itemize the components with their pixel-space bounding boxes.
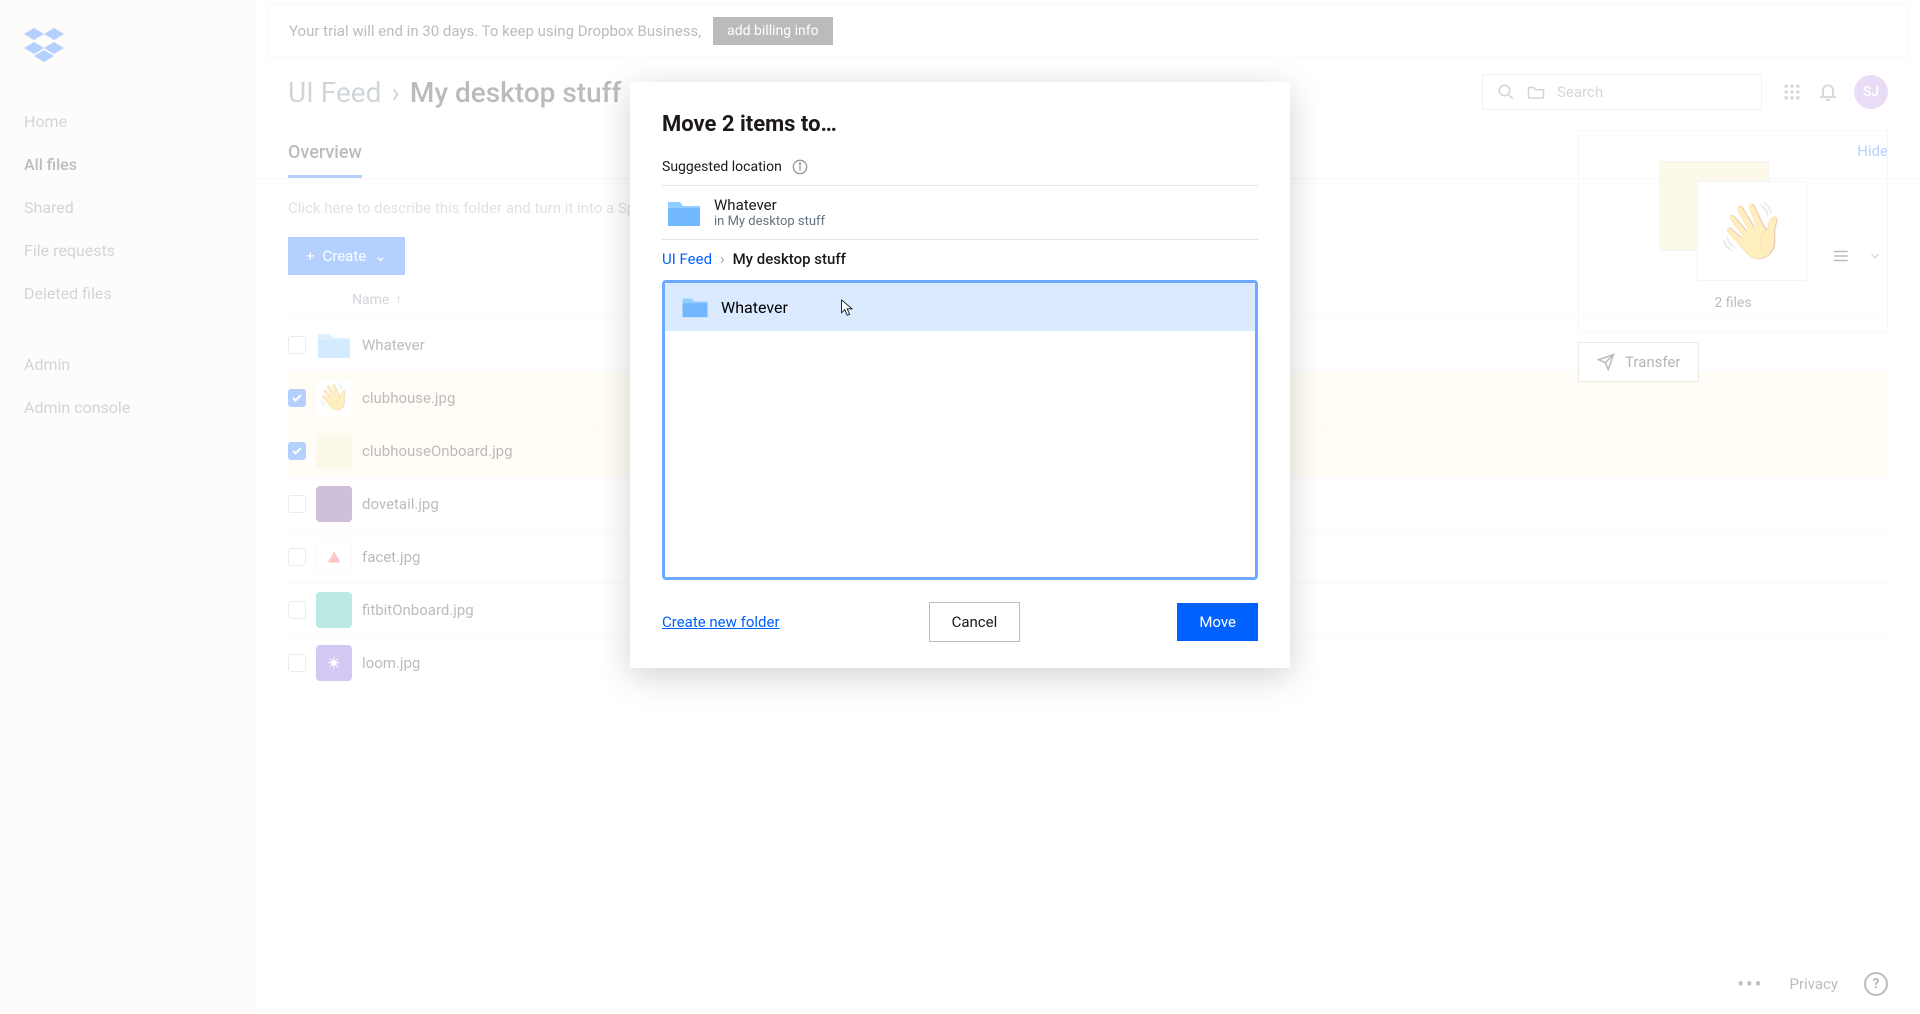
suggested-folder[interactable]: Whatever in My desktop stuff [662, 185, 1258, 239]
browser-folder-row[interactable]: Whatever [665, 283, 1255, 331]
cancel-button[interactable]: Cancel [929, 602, 1021, 642]
move-modal: Move 2 items to… Suggested location What… [630, 82, 1290, 668]
modal-crumb-root[interactable]: UI Feed [662, 250, 712, 268]
folder-browser: Whatever [662, 280, 1258, 580]
modal-crumb-current: My desktop stuff [733, 250, 846, 268]
modal-overlay: Move 2 items to… Suggested location What… [0, 0, 1920, 1014]
folder-icon [681, 295, 709, 319]
cursor-icon [840, 298, 858, 316]
folder-icon [666, 198, 702, 228]
move-button[interactable]: Move [1177, 603, 1258, 641]
create-folder-link[interactable]: Create new folder [662, 613, 780, 631]
info-icon[interactable] [792, 159, 808, 175]
modal-title: Move 2 items to… [662, 112, 1258, 137]
suggested-name: Whatever [714, 196, 825, 214]
browser-folder-name: Whatever [721, 298, 788, 317]
suggested-path: in My desktop stuff [714, 214, 825, 229]
suggested-location-label: Suggested location [662, 159, 1258, 175]
chevron-right-icon: › [720, 250, 725, 268]
modal-footer: Create new folder Cancel Move [662, 602, 1258, 642]
modal-breadcrumb: UI Feed › My desktop stuff [662, 239, 1258, 278]
suggested-label-text: Suggested location [662, 159, 782, 175]
